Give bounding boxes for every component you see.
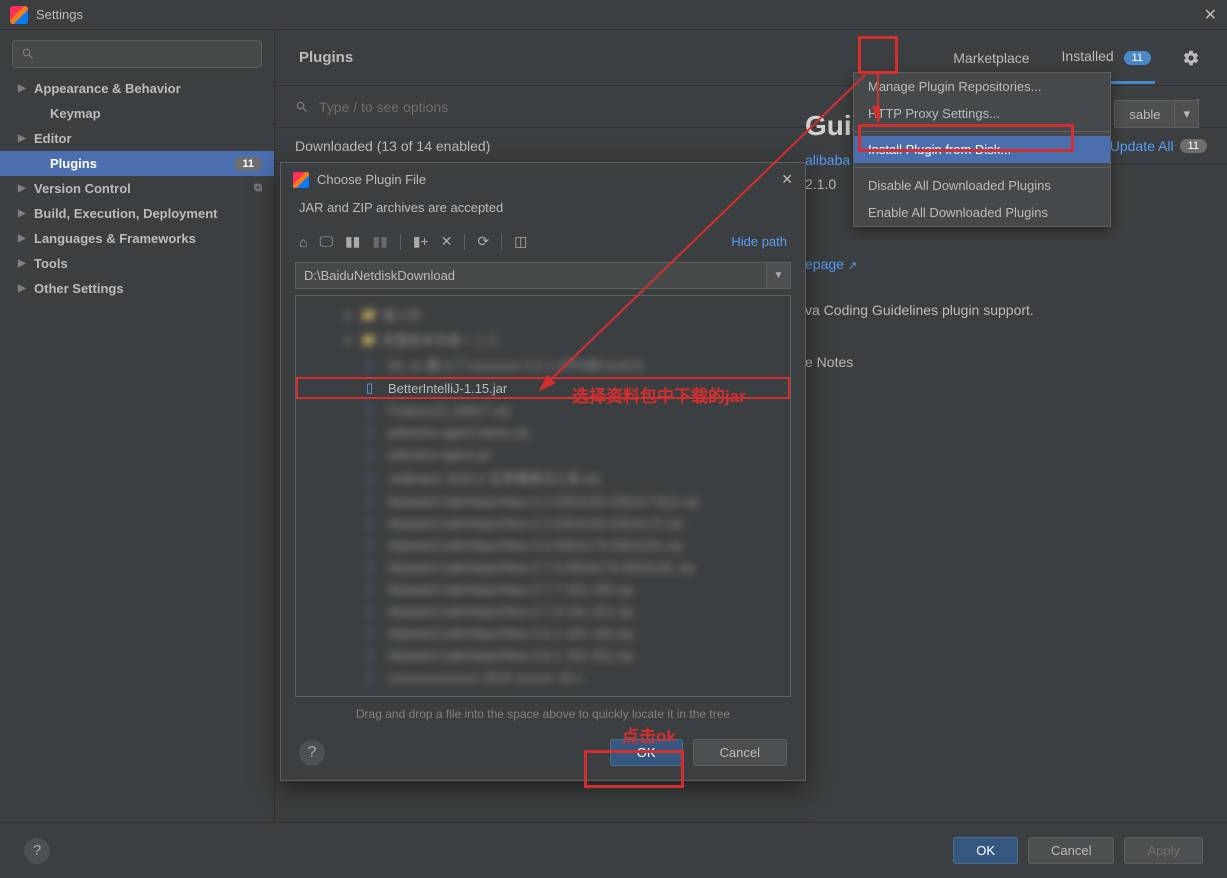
- sidebar-item-editor[interactable]: ▶ Editor: [0, 126, 274, 151]
- file-list[interactable]: ▸📁笔メ作 ▸📁阿里技术手册一二三 ▯06_xx 重入门 xxxxxxxx 2.…: [295, 295, 791, 697]
- external-link-icon: ↗: [848, 260, 857, 272]
- apply-button[interactable]: Apply: [1124, 837, 1203, 864]
- plugin-description: va Coding Guidelines plugin support.: [805, 302, 1197, 318]
- sidebar-item-label: Keymap: [50, 106, 101, 121]
- new-folder-icon[interactable]: ▮+: [413, 233, 429, 250]
- sidebar-item-build-execution-deployment[interactable]: ▶ Build, Execution, Deployment: [0, 201, 274, 226]
- desktop-icon[interactable]: 🖵: [319, 233, 333, 250]
- sidebar-item-other-settings[interactable]: ▶ Other Settings: [0, 276, 274, 301]
- list-item[interactable]: ▯JetBrains 2020.2 全家桶激活工具.zip: [296, 465, 790, 490]
- gear-button[interactable]: [1179, 46, 1203, 70]
- list-item[interactable]: ▸📁阿里技术手册一二三: [296, 327, 790, 352]
- list-item[interactable]: ▯06_xx 重入门 xxxxxxxx 2.0 1.4节5线CentOS: [296, 352, 790, 377]
- app-logo-icon: [10, 6, 28, 24]
- chevron-right-icon: ▶: [18, 283, 28, 294]
- module-icon[interactable]: ▮▮: [372, 233, 387, 250]
- list-item[interactable]: ▯xxxxxxxxxxxxxx 2019 xxxxxx 18.x: [296, 666, 790, 688]
- sidebar-item-languages-frameworks[interactable]: ▶ Languages & Frameworks: [0, 226, 274, 251]
- chevron-right-icon: ▶: [18, 233, 28, 244]
- path-history-button[interactable]: ▼: [767, 262, 791, 289]
- help-button[interactable]: ?: [24, 838, 50, 864]
- list-item[interactable]: ▯MybatisCodeHelperNew-2.7.7-181-183.zip: [296, 578, 790, 600]
- sidebar-item-label: Appearance & Behavior: [34, 81, 181, 96]
- cancel-button[interactable]: Cancel: [1028, 837, 1114, 864]
- list-item[interactable]: ▯jetbrains-agent-latest.zip: [296, 421, 790, 443]
- list-item[interactable]: ▸📁笔メ作: [296, 302, 790, 327]
- menu-item-disable-all-downloaded-plugins[interactable]: Disable All Downloaded Plugins: [854, 172, 1110, 199]
- menu-item-install-plugin-from-disk-[interactable]: Install Plugin from Disk...: [854, 136, 1110, 163]
- list-item[interactable]: ▯MybatisCodeHelperNew-2.2-IDEA162-IDEA17…: [296, 512, 790, 534]
- sidebar-item-label: Other Settings: [34, 281, 124, 296]
- selected-file-name: BetterIntelliJ-1.15.jar: [388, 381, 507, 396]
- cancel-button[interactable]: Cancel: [693, 739, 787, 766]
- titlebar: Settings ✕: [0, 0, 1227, 30]
- tab-installed-badge: 11: [1124, 51, 1151, 65]
- count-badge: 11: [234, 157, 262, 171]
- menu-item-manage-plugin-repositories-[interactable]: Manage Plugin Repositories...: [854, 73, 1110, 100]
- chevron-right-icon: ▶: [18, 183, 28, 194]
- sidebar-search-input[interactable]: [12, 40, 262, 68]
- tab-installed-label: Installed: [1062, 48, 1114, 64]
- gear-icon: [1182, 49, 1200, 67]
- home-icon[interactable]: ⌂: [299, 234, 307, 250]
- sidebar-item-label: Build, Execution, Deployment: [34, 206, 217, 221]
- list-item[interactable]: ▯jetbrains-agent.jar: [296, 443, 790, 465]
- list-item[interactable]: ▯MybatisCodeHelperNew-2.7.9-191-201.zip: [296, 600, 790, 622]
- list-item[interactable]: ▯MybatisCodeHelperNew-2.8.1-181-183.zip: [296, 622, 790, 644]
- file-chooser-dialog: Choose Plugin File ✕ JAR and ZIP archive…: [280, 162, 806, 781]
- show-hidden-icon[interactable]: ◫: [514, 233, 527, 250]
- sidebar-item-label: Tools: [34, 256, 68, 271]
- menu-item-http-proxy-settings-[interactable]: HTTP Proxy Settings...: [854, 100, 1110, 127]
- sidebar-item-label: Plugins: [50, 156, 97, 171]
- sidebar-item-appearance-behavior[interactable]: ▶ Appearance & Behavior: [0, 76, 274, 101]
- list-item-selected[interactable]: ▯BetterIntelliJ-1.15.jar: [296, 377, 790, 399]
- close-icon[interactable]: ✕: [1204, 5, 1217, 25]
- sidebar-item-version-control[interactable]: ▶ Version Control ⧉: [0, 176, 274, 201]
- sidebar-item-label: Version Control: [34, 181, 131, 196]
- path-input[interactable]: [295, 262, 767, 289]
- sidebar-item-keymap[interactable]: Keymap: [0, 101, 274, 126]
- chevron-right-icon: ▶: [18, 208, 28, 219]
- settings-footer: ? OK Cancel Apply: [0, 822, 1227, 878]
- plugin-homepage-link[interactable]: epage ↗: [805, 256, 857, 272]
- menu-item-enable-all-downloaded-plugins[interactable]: Enable All Downloaded Plugins: [854, 199, 1110, 226]
- project-icon[interactable]: ▮▮: [345, 233, 360, 250]
- ok-button[interactable]: OK: [953, 837, 1018, 864]
- list-item[interactable]: ▯MybatisCodeHelperNew-2.8.1-191-201.zip: [296, 644, 790, 666]
- list-item[interactable]: ▯MybatisCodeHelperNew-2.7.0-IDEA173-IDEA…: [296, 556, 790, 578]
- close-icon[interactable]: ✕: [781, 171, 793, 188]
- scope-icon: ⧉: [254, 182, 262, 195]
- chevron-right-icon: ▶: [18, 258, 28, 269]
- refresh-icon[interactable]: ⟳: [477, 233, 489, 250]
- list-item[interactable]: ▯Feature10_64617.zip: [296, 399, 790, 421]
- chevron-right-icon: ▶: [18, 133, 28, 144]
- dialog-hint: Drag and drop a file into the space abov…: [281, 703, 805, 725]
- chevron-right-icon: ▶: [18, 83, 28, 94]
- window-title: Settings: [36, 7, 83, 22]
- sidebar-item-label: Languages & Frameworks: [34, 231, 196, 246]
- dialog-title: Choose Plugin File: [317, 172, 426, 187]
- list-item[interactable]: ▯MybatisCodeHelperNew-2.2-IDEA162-IDEA17…: [296, 490, 790, 512]
- sidebar-item-plugins[interactable]: Plugins 11: [0, 151, 274, 176]
- sidebar-item-label: Editor: [34, 131, 72, 146]
- help-button[interactable]: ?: [299, 740, 325, 766]
- plugin-notes: e Notes: [805, 354, 1197, 370]
- search-icon: [295, 100, 309, 114]
- ok-button[interactable]: OK: [610, 739, 683, 766]
- hide-path-link[interactable]: Hide path: [731, 234, 787, 249]
- search-icon: [21, 47, 35, 61]
- delete-icon[interactable]: ✕: [441, 233, 453, 250]
- app-logo-icon: [293, 172, 309, 188]
- gear-menu: Manage Plugin Repositories...HTTP Proxy …: [853, 72, 1111, 227]
- list-item[interactable]: ▯MybatisCodeHelperNew-2.6-IDEA173-IDEA19…: [296, 534, 790, 556]
- plugin-search-placeholder: Type / to see options: [319, 99, 448, 115]
- dialog-subtitle: JAR and ZIP archives are accepted: [281, 196, 805, 225]
- settings-sidebar: ▶ Appearance & Behavior Keymap ▶ Editor Plugi…: [0, 30, 275, 820]
- dialog-toolbar: ⌂ 🖵 ▮▮ ▮▮ ▮+ ✕ ⟳ ◫ Hide path: [281, 225, 805, 258]
- downloaded-label: Downloaded (13 of 14 enabled): [295, 138, 490, 154]
- page-title: Plugins: [299, 49, 353, 66]
- sidebar-item-tools[interactable]: ▶ Tools: [0, 251, 274, 276]
